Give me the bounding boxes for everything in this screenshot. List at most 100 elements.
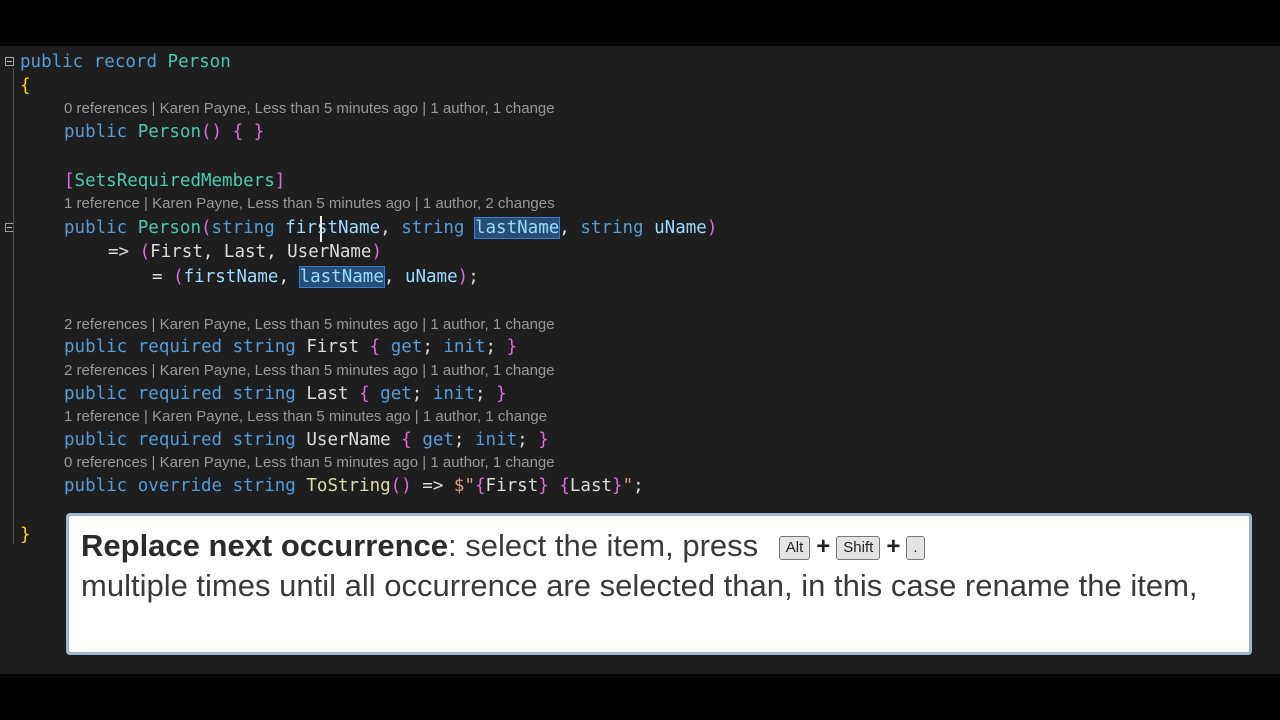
code-line[interactable]: public required string UserName { get; i… [64,429,1280,451]
code-line[interactable]: public required string First { get; init… [64,336,1280,358]
arrow: => [422,476,444,496]
keyword: string [232,337,296,357]
keyword: string [401,218,465,238]
type-name: Person [167,52,231,72]
keyword: record [93,52,157,72]
comma: , [380,218,391,238]
tip-text-continued: multiple times until all occurrence are … [81,568,1198,603]
parameter: uName [654,218,707,238]
codelens-info[interactable]: 0 references | Karen Payne, Less than 5 … [64,100,555,118]
comma: , [383,267,395,287]
selected-occurrence[interactable]: lastName [298,266,385,288]
codelens-info[interactable]: 0 references | Karen Payne, Less than 5 … [64,454,555,472]
body-braces: { } [232,122,265,142]
keyword: init [443,337,486,357]
keyword: public [64,384,128,404]
outline-guide [13,68,14,544]
code-line[interactable]: public override string ToString() => $"{… [64,475,1280,497]
text-cursor [320,216,322,242]
code-line[interactable]: public Person() { } [64,121,1280,143]
comma: , [278,267,290,287]
codelens-info[interactable]: 1 reference | Karen Payne, Less than 5 m… [64,408,547,426]
paren: ) [706,218,718,238]
paren: ) [457,267,469,287]
brace: } [506,337,518,357]
string-start: $" [453,476,475,496]
code-line[interactable]: public record Person [20,51,1280,73]
keyword: string [580,218,644,238]
collapse-icon[interactable] [5,57,14,66]
paren: ( [139,242,151,262]
code-line[interactable]: public Person(string firstName, string l… [64,217,1280,239]
interpolated-value: Last [569,476,613,496]
keyword: public [20,52,84,72]
keyword: string [232,430,296,450]
keyword: init [475,430,518,450]
arrow: => [108,242,130,262]
parameter: firstName [285,218,381,238]
keyword: get [390,337,423,357]
shift-key: Shift [836,536,881,560]
property-name: UserName [306,430,391,450]
string-end: " [622,476,634,496]
property-name: Last [306,384,349,404]
tip-heading: Replace next occurrence [81,528,449,563]
attribute-name: SetsRequiredMembers [74,171,275,191]
keyword: override [137,476,223,496]
brace: { [475,476,486,496]
selected-occurrence[interactable]: lastName [473,217,561,239]
period-key: . [906,536,925,560]
plus-sign: + [816,533,831,560]
alt-key: Alt [778,536,811,560]
type-name: Person [137,218,201,238]
paren: ( [173,267,184,287]
tip-overlay: Replace next occurrence: select the item… [66,513,1252,655]
codelens-info[interactable]: 2 references | Karen Payne, Less than 5 … [64,362,555,380]
brace: { [369,337,381,357]
tuple-members: First, Last, UserName [150,242,372,262]
keyword: string [232,384,296,404]
bracket: [ [64,171,75,191]
paren: ) [371,242,382,262]
parens: () [390,476,412,496]
code-line[interactable]: [SetsRequiredMembers] [64,170,1280,192]
codelens-info[interactable]: 1 reference | Karen Payne, Less than 5 m… [64,195,555,213]
keyword: get [422,430,454,450]
semicolon: ; [633,476,644,496]
brace: } [538,430,549,450]
open-brace: { [20,76,31,96]
keyword: public [64,122,128,142]
operator: = [152,267,163,287]
comma: , [559,218,570,238]
brace: } [612,476,623,496]
type-name: Person [137,122,201,142]
bracket: ] [274,171,286,191]
keyword: required [137,337,223,357]
brace: } [496,384,507,404]
keyword: public [64,218,128,238]
keyword: public [64,476,128,496]
property-name: First [306,337,360,357]
code-line[interactable]: => (First, Last, UserName) [108,241,1280,263]
parameter: uName [404,267,458,287]
keyword: string [211,218,275,238]
keyword: public [64,337,128,357]
brace: { [559,476,570,496]
parameter: firstName [183,267,279,287]
code-line[interactable]: = (firstName, lastName, uName); [152,266,1280,288]
keyword: public [64,430,128,450]
method-name: ToString [306,476,391,496]
code-line[interactable]: public required string Last { get; init;… [64,383,1280,405]
brace: } [538,476,549,496]
keyword: string [232,476,296,496]
paren: ( [200,218,212,238]
parens: () [200,122,223,142]
codelens-info[interactable]: 2 references | Karen Payne, Less than 5 … [64,316,555,334]
interpolated-value: First [485,476,539,496]
keyword: get [380,384,412,404]
plus-sign: + [886,533,901,560]
tip-text: : select the item, press [448,528,759,563]
keyword: required [137,430,223,450]
brace: { [401,430,412,450]
brace: { [359,384,370,404]
